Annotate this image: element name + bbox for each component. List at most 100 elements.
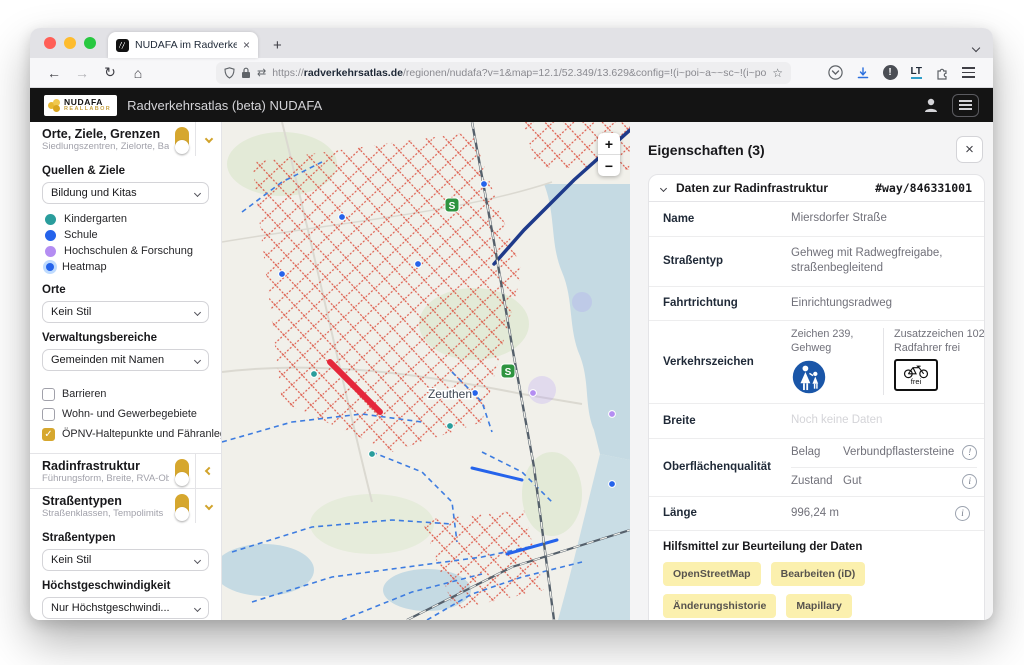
logo-flower-icon [48, 99, 61, 112]
info-icon[interactable]: i [962, 474, 977, 489]
chevron-down-icon [194, 604, 201, 611]
section-title: Straßentypen [42, 494, 169, 508]
lock-icon[interactable] [241, 67, 251, 79]
tab-favicon-map-icon [116, 39, 129, 52]
section-orte-ziele-grenzen[interactable]: Orte, Ziele, Grenzen Siedlungszentren, Z… [30, 122, 221, 156]
svg-text:S: S [449, 201, 456, 212]
pedestrian-sign-icon [791, 359, 827, 395]
map-canvas[interactable]: S S Zeuthen + − [222, 122, 630, 620]
forward-icon[interactable]: → [72, 65, 92, 81]
checkbox-oepnv-haltepunkte[interactable]: ✓ ÖPNV-Haltepunkte und Fähranleger [42, 424, 209, 444]
tab-title: NUDAFA im Radverkehrsatlas [135, 39, 237, 51]
map-zoom-control: + − [598, 133, 620, 176]
chevron-down-icon [194, 308, 201, 315]
subrow-zustand: Zustand Gut i [791, 468, 977, 496]
close-panel-button[interactable]: × [956, 136, 983, 163]
pocket-icon[interactable] [828, 65, 843, 80]
browser-menu-icon[interactable] [962, 65, 975, 80]
tab-close-icon[interactable]: × [243, 38, 250, 52]
subrow-belag: Belag Verbundpflastersteine ! [791, 439, 977, 467]
section-radinfrastruktur[interactable]: Radinfrastruktur Führungsform, Breite, R… [30, 453, 221, 488]
section-expand-button[interactable] [196, 454, 221, 488]
section-toggle-switch[interactable] [175, 459, 189, 483]
panel-title: Eigenschaften (3) [648, 142, 765, 158]
checkbox-checked-icon[interactable]: ✓ [42, 428, 55, 441]
chevron-down-icon [194, 189, 201, 196]
languagetool-extension-icon[interactable]: LT [911, 66, 922, 79]
url-text[interactable]: https://radverkehrsatlas.de/regionen/nud… [272, 67, 766, 79]
sbahn-station-badge[interactable]: S [501, 364, 515, 378]
section-toggle-switch[interactable] [175, 127, 189, 151]
app-menu-button[interactable] [952, 94, 979, 117]
maximize-window-button[interactable] [84, 37, 96, 49]
bicycle-frei-sign-icon: frei [894, 359, 938, 391]
card-accordion-header[interactable]: Daten zur Radinfrastruktur #way/84633100… [649, 175, 984, 202]
bookmark-star-icon[interactable]: ☆ [772, 66, 783, 80]
reload-icon[interactable]: ↻ [100, 64, 120, 81]
mapillary-button[interactable]: Mapillary [786, 594, 852, 618]
hoechstgeschwindigkeit-select[interactable]: Nur Höchstgeschwindi... [42, 597, 209, 619]
row-strassentyp: Straßentyp Gehweg mit Radwegfreigabe, st… [649, 237, 984, 287]
osm-way-id[interactable]: #way/846331001 [875, 181, 972, 195]
row-fahrtrichtung: Fahrtrichtung Einrichtungsradweg [649, 287, 984, 322]
checkbox-icon[interactable] [42, 408, 55, 421]
permissions-swap-icon[interactable]: ⇄ [257, 66, 266, 79]
zoom-in-button[interactable]: + [598, 133, 620, 154]
chevron-down-icon [204, 135, 212, 143]
close-window-button[interactable] [44, 37, 56, 49]
sbahn-station-badge[interactable]: S [445, 198, 459, 212]
section-collapse-button[interactable] [196, 489, 221, 523]
chevron-down-icon [194, 356, 201, 363]
section-subtitle: Führungsform, Breite, RVA-Obe... [42, 473, 169, 484]
orte-select[interactable]: Kein Stil [42, 301, 209, 323]
new-tab-button[interactable]: + [273, 37, 282, 54]
properties-panel: Eigenschaften (3) × Daten zur Radinfrast… [630, 122, 993, 620]
user-icon[interactable] [922, 96, 940, 114]
strassentypen-select[interactable]: Kein Stil [42, 549, 209, 571]
window-controls [44, 37, 96, 49]
home-icon[interactable]: ⌂ [128, 65, 148, 81]
puzzle-extensions-icon[interactable] [935, 66, 949, 80]
minimize-window-button[interactable] [64, 37, 76, 49]
svg-text:S: S [505, 367, 512, 378]
section-title: Radinfrastruktur [42, 459, 169, 473]
row-verkehrszeichen: Verkehrszeichen Zeichen 239, Gehweg [649, 321, 984, 404]
legend-item-schule: Schule [42, 227, 209, 243]
verwaltungsbereiche-label: Verwaltungsbereiche [42, 332, 209, 344]
chevron-down-icon [204, 502, 212, 510]
bearbeiten-id-button[interactable]: Bearbeiten (iD) [771, 562, 866, 586]
heatmap-dot-icon [46, 263, 54, 271]
sign-zusatzzeichen-1022-10: Zusatzzeichen 1022-10, Radfahrer frei fr… [894, 328, 985, 391]
section-subtitle: Straßenklassen, Tempolimits [42, 508, 169, 519]
section-collapse-button[interactable] [196, 122, 221, 156]
back-icon[interactable]: ← [44, 65, 64, 81]
url-bar[interactable]: ⇄ https://radverkehrsatlas.de/regionen/n… [216, 62, 791, 84]
section-toggle-switch[interactable] [175, 494, 189, 518]
downloads-icon[interactable] [856, 66, 870, 80]
aenderungshistorie-button[interactable]: Änderungshistorie [663, 594, 776, 618]
browser-window: NUDAFA im Radverkehrsatlas × + ← → ↻ ⌂ ⇄ [30, 28, 993, 620]
verwaltungsbereiche-select[interactable]: Gemeinden mit Namen [42, 349, 209, 371]
section-subtitle: Siedlungszentren, Zielorte, Barr... [42, 141, 169, 152]
blocker-extension-icon[interactable]: ! [883, 65, 898, 80]
tab-list-chevron-icon[interactable] [973, 38, 979, 56]
checkbox-icon[interactable] [42, 388, 55, 401]
zoom-out-button[interactable]: − [598, 155, 620, 176]
browser-tab[interactable]: NUDAFA im Radverkehrsatlas × [108, 32, 258, 58]
openstreetmap-button[interactable]: OpenStreetMap [663, 562, 761, 586]
row-breite: Breite Noch keine Daten [649, 404, 984, 439]
checkbox-barrieren[interactable]: Barrieren [42, 384, 209, 404]
nudafa-logo[interactable]: NUDAFA REALLABOR [44, 95, 117, 116]
hoechstgeschwindigkeit-label: Höchstgeschwindigkeit [42, 580, 209, 592]
quellen-ziele-select[interactable]: Bildung und Kitas [42, 182, 209, 204]
tools-title: Hilfsmittel zur Beurteilung der Daten [663, 541, 972, 553]
browser-toolbar: ← → ↻ ⌂ ⇄ https://radverkehrsatlas.de/re… [30, 58, 993, 88]
quellen-ziele-label: Quellen & Ziele [42, 165, 209, 177]
checkbox-wohn-gewerbegebiete[interactable]: Wohn- und Gewerbegebiete [42, 404, 209, 424]
info-icon[interactable]: ! [962, 445, 977, 460]
info-icon[interactable]: i [955, 506, 970, 521]
shield-icon[interactable] [224, 67, 235, 79]
section-strassentypen[interactable]: Straßentypen Straßenklassen, Tempolimits [30, 488, 221, 523]
radinfrastruktur-card: Daten zur Radinfrastruktur #way/84633100… [648, 174, 985, 620]
sign-zeichen-239: Zeichen 239, Gehweg [791, 328, 873, 395]
